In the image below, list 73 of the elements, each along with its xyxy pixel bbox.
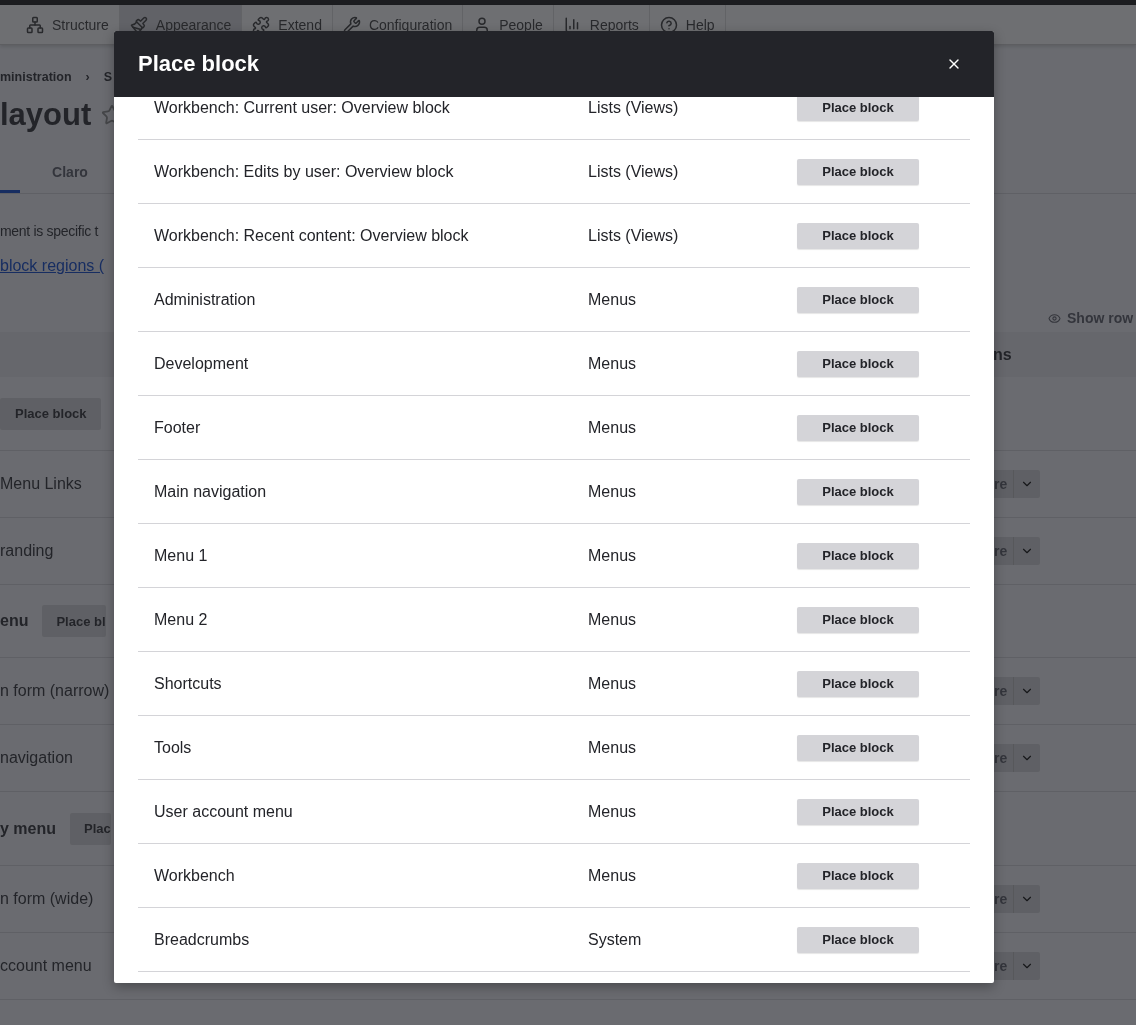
help-icon bbox=[659, 15, 678, 34]
block-name: Main navigation bbox=[154, 482, 268, 501]
dialog-title: Place block bbox=[138, 51, 260, 77]
dropdown-toggle[interactable] bbox=[1014, 470, 1041, 498]
place-block-button[interactable]: Place block bbox=[797, 734, 919, 761]
breadcrumb-link[interactable]: S bbox=[103, 70, 113, 84]
block-name: navigation bbox=[0, 749, 73, 767]
block-category: Lists (Views) bbox=[588, 98, 680, 117]
place-block-button[interactable]: Place block bbox=[797, 158, 919, 185]
region-title: y menu bbox=[0, 819, 56, 838]
place-block-button[interactable]: Place block bbox=[797, 414, 919, 441]
block-name: Workbench bbox=[154, 866, 236, 885]
place-block-button[interactable]: Place block bbox=[797, 97, 919, 121]
dropdown-toggle[interactable] bbox=[1014, 952, 1041, 980]
block-name: Workbench: Recent content: Overview block bbox=[154, 226, 470, 245]
block-category: Menus bbox=[588, 738, 638, 757]
place-block-button[interactable]: Place block bbox=[797, 670, 919, 697]
block-name: User account menu bbox=[154, 802, 294, 821]
eye-icon bbox=[1048, 311, 1061, 325]
place-block-button[interactable]: Place block bbox=[797, 478, 919, 505]
toolbar-tab[interactable]: Structure bbox=[16, 5, 120, 44]
breadcrumb-separator: › bbox=[85, 70, 90, 84]
block-category: Menus bbox=[588, 482, 638, 501]
block-name: Menu 2 bbox=[154, 610, 209, 629]
region-title: enu bbox=[0, 612, 29, 630]
dropdown-toggle[interactable] bbox=[1014, 537, 1041, 565]
page-title: layout bbox=[0, 97, 92, 133]
block-category: System bbox=[588, 930, 643, 949]
place-block-button[interactable]: Place block bbox=[797, 222, 919, 249]
dropdown-toggle[interactable] bbox=[1014, 744, 1041, 772]
dropdown-toggle[interactable] bbox=[1014, 885, 1041, 913]
place-block-button[interactable]: Place block bbox=[797, 862, 919, 889]
block-name: Tools bbox=[154, 738, 193, 757]
place-block-button[interactable]: Place block bbox=[797, 286, 919, 313]
block-name: Footer bbox=[154, 418, 202, 437]
place-block-button[interactable]: Place block bbox=[797, 606, 919, 633]
block-category: Menus bbox=[588, 290, 638, 309]
breadcrumb-link[interactable]: ministration bbox=[0, 70, 72, 84]
block-name: n form (wide) bbox=[0, 890, 94, 908]
dropdown-toggle[interactable] bbox=[1014, 677, 1041, 705]
block-category: Menus bbox=[588, 674, 638, 693]
wrench-icon bbox=[342, 15, 361, 34]
block-name: Workbench: Edits by user: Overview block bbox=[154, 162, 455, 181]
place-block-button[interactable]: Place block bbox=[797, 926, 919, 953]
puzzle-icon bbox=[252, 15, 271, 34]
block-name: Administration bbox=[154, 290, 257, 309]
block-category: Menus bbox=[588, 354, 638, 373]
place-block-button[interactable]: Place block bbox=[0, 397, 101, 430]
block-name: Shortcuts bbox=[154, 674, 223, 693]
block-name: ccount menu bbox=[0, 957, 92, 975]
block-category: Lists (Views) bbox=[588, 162, 680, 181]
block-category: Menus bbox=[588, 802, 638, 821]
block-category: Menus bbox=[588, 610, 638, 629]
block-name: Development bbox=[154, 354, 250, 373]
description-text: ment is specific t bbox=[0, 223, 99, 241]
place-block-button[interactable]: Place block bbox=[797, 542, 919, 569]
hierarchy-icon bbox=[26, 15, 44, 34]
block-category: Menus bbox=[588, 418, 638, 437]
place-block-button[interactable]: Plac bbox=[70, 812, 111, 845]
place-block-button[interactable]: Place block bbox=[797, 350, 919, 377]
block-name: Menu Links bbox=[0, 475, 82, 493]
block-category: Menus bbox=[588, 866, 638, 885]
block-name: Menu 1 bbox=[154, 546, 209, 565]
block-name: randing bbox=[0, 542, 54, 560]
block-category: Lists (Views) bbox=[588, 226, 680, 245]
column-header: ns bbox=[993, 345, 1012, 364]
block-name: Breadcrumbs bbox=[154, 930, 251, 949]
block-name: Workbench: Current user: Overview block bbox=[154, 98, 451, 117]
place-block-button[interactable]: Place bl bbox=[42, 605, 106, 637]
block-name: n form (narrow) bbox=[0, 682, 110, 700]
block-category: Menus bbox=[588, 546, 638, 565]
paintbrush-icon bbox=[129, 15, 148, 34]
place-block-button[interactable]: Place block bbox=[797, 798, 919, 825]
